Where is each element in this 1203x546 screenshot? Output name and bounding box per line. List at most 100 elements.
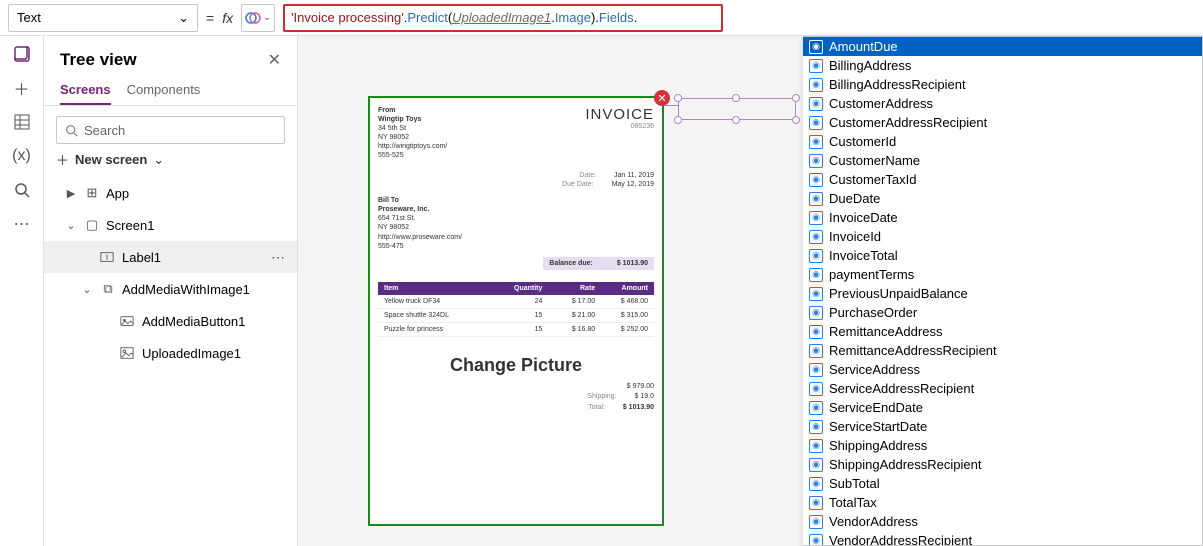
uploaded-image-control[interactable]: ✕ From Wingtip Toys 34 5th St NY 98052 h… [368,96,664,526]
intellisense-label: PurchaseOrder [829,305,917,320]
close-icon[interactable]: ✕ [268,50,281,70]
tab-screens[interactable]: Screens [60,76,111,105]
field-icon: ◉ [809,382,823,396]
intellisense-item[interactable]: ◉ ServiceAddress [803,360,1202,379]
intellisense-item[interactable]: ◉ CustomerId [803,132,1202,151]
field-icon: ◉ [809,97,823,111]
intellisense-item[interactable]: ◉SubTotal [803,474,1202,493]
tree-panel: Tree view ✕ Screens Components Search ＋ … [44,36,298,546]
intellisense-label: PreviousUnpaidBalance [829,286,968,301]
chevron-down-icon[interactable]: ⌄ [64,219,78,232]
intellisense-item[interactable]: ◉paymentTerms [803,265,1202,284]
insert-icon[interactable]: ＋ [12,78,32,98]
intellisense-item[interactable]: ◉ PurchaseOrder [803,303,1202,322]
copilot-button[interactable]: ⌄ [241,4,275,32]
intellisense-label: ShippingAddress [829,438,927,453]
field-icon: ◉ [809,515,823,529]
intellisense-item[interactable]: ◉RemittanceAddressRecipient [803,341,1202,360]
tree-item-label1[interactable]: Label1 ⋯ [44,241,297,273]
tree-item-addmedia[interactable]: ⌄ ⧉ AddMediaWithImage1 [44,273,297,305]
new-screen-button[interactable]: ＋ New screen ⌄ [56,150,285,169]
field-icon: ◉ [809,439,823,453]
intellisense-label: ServiceAddress [829,362,920,377]
chevron-right-icon[interactable]: ▶ [64,187,78,200]
tree-item-app[interactable]: ▶ ⊞ App [44,177,297,209]
tree-item-addmediabutton[interactable]: AddMediaButton1 [44,305,297,337]
field-icon: ◉ [809,40,823,54]
chevron-down-icon[interactable]: ⌄ [80,283,94,296]
intellisense-item[interactable]: ◉ InvoiceTotal [803,246,1202,265]
intellisense-item[interactable]: ◉ InvoiceId [803,227,1202,246]
tree-search[interactable]: Search [56,116,285,144]
intellisense-label: InvoiceTotal [829,248,898,263]
field-icon: ◉ [809,306,823,320]
intellisense-item[interactable]: ◉TotalTax [803,493,1202,512]
intellisense-label: ServiceEndDate [829,400,923,415]
intellisense-label: AmountDue [829,39,898,54]
field-icon: ◉ [809,230,823,244]
intellisense-item[interactable]: ◉ServiceEndDate [803,398,1202,417]
invoice-preview: From Wingtip Toys 34 5th St NY 98052 htt… [378,106,654,516]
intellisense-item[interactable]: ◉CustomerTaxId [803,170,1202,189]
intellisense-item[interactable]: ◉ VendorAddress [803,512,1202,531]
intellisense-dropdown[interactable]: ◉AmountDue◉BillingAddress◉BillingAddress… [803,36,1203,546]
fx-icon[interactable]: fx [222,10,233,26]
intellisense-item[interactable]: ◉ RemittanceAddress [803,322,1202,341]
intellisense-item[interactable]: ◉ PreviousUnpaidBalance [803,284,1202,303]
intellisense-label: InvoiceId [829,229,881,244]
intellisense-item[interactable]: ◉ ShippingAddress [803,436,1202,455]
field-icon: ◉ [809,59,823,73]
field-icon: ◉ [809,135,823,149]
intellisense-label: CustomerName [829,153,920,168]
group-icon: ⧉ [100,281,116,297]
intellisense-item[interactable]: ◉DueDate [803,189,1202,208]
intellisense-item[interactable]: ◉ServiceAddressRecipient [803,379,1202,398]
data-icon[interactable] [12,112,32,132]
field-icon: ◉ [809,534,823,546]
label-icon [100,250,116,264]
intellisense-item[interactable]: ◉CustomerAddressRecipient [803,113,1202,132]
intellisense-label: InvoiceDate [829,210,898,225]
intellisense-item[interactable]: ◉BillingAddressRecipient [803,75,1202,94]
intellisense-label: VendorAddress [829,514,918,529]
intellisense-item[interactable]: ◉ AmountDue [803,37,1202,56]
field-icon: ◉ [809,173,823,187]
field-icon: ◉ [809,116,823,130]
chevron-down-icon: ⌄ [178,10,189,26]
more-icon[interactable]: ⋯ [267,249,289,266]
property-value: Text [17,10,41,25]
intellisense-label: BillingAddressRecipient [829,77,966,92]
intellisense-item[interactable]: ◉ CustomerAddress [803,94,1202,113]
field-icon: ◉ [809,325,823,339]
property-dropdown[interactable]: Text ⌄ [8,4,198,32]
tree-item-screen1[interactable]: ⌄ ▢ Screen1 [44,209,297,241]
intellisense-item[interactable]: ◉ServiceStartDate [803,417,1202,436]
intellisense-label: CustomerAddress [829,96,933,111]
formula-input[interactable]: 'Invoice processing'.Predict(UploadedIma… [283,4,723,32]
label1-selection[interactable] [678,98,796,120]
intellisense-item[interactable]: ◉CustomerName [803,151,1202,170]
formula-bar: Text ⌄ = fx ⌄ 'Invoice processing'.Predi… [0,0,1203,36]
field-icon: ◉ [809,287,823,301]
field-icon: ◉ [809,344,823,358]
intellisense-item[interactable]: ◉ShippingAddressRecipient [803,455,1202,474]
change-picture-label[interactable]: Change Picture [378,355,654,376]
intellisense-item[interactable]: ◉VendorAddressRecipient [803,531,1202,546]
app-icon: ⊞ [84,185,100,201]
intellisense-item[interactable]: ◉BillingAddress [803,56,1202,75]
intellisense-item[interactable]: ◉InvoiceDate [803,208,1202,227]
intellisense-label: RemittanceAddress [829,324,942,339]
field-icon: ◉ [809,249,823,263]
left-rail: ＋ (x) ⋯ [0,36,44,546]
tab-components[interactable]: Components [127,76,201,105]
delete-icon[interactable]: ✕ [654,90,670,106]
tree-view-icon[interactable] [12,44,32,64]
field-icon: ◉ [809,363,823,377]
field-icon: ◉ [809,477,823,491]
variables-icon[interactable]: (x) [12,146,32,166]
tree-item-uploadedimage[interactable]: UploadedImage1 [44,337,297,369]
search-icon[interactable] [12,180,32,200]
intellisense-label: CustomerId [829,134,896,149]
more-icon[interactable]: ⋯ [12,214,32,234]
field-icon: ◉ [809,420,823,434]
